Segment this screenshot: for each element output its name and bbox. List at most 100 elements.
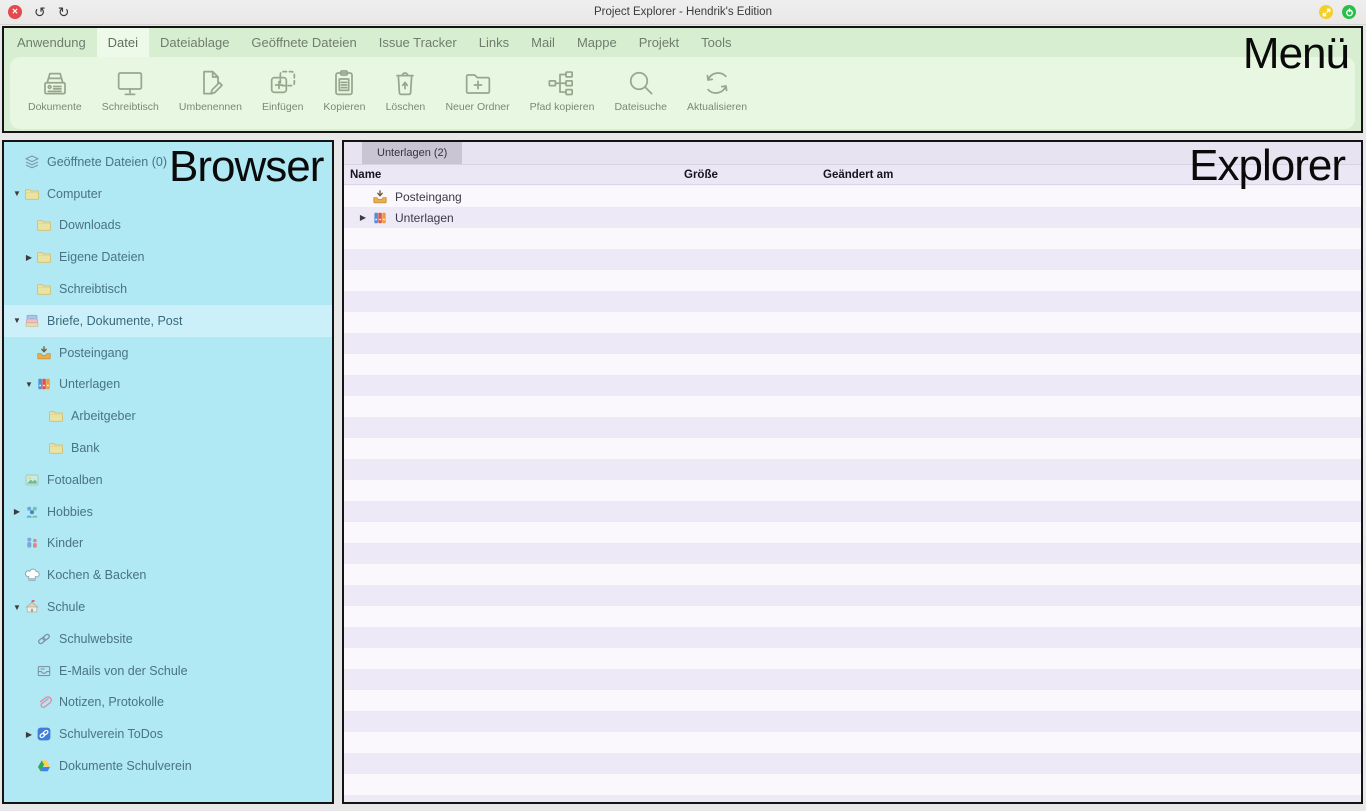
tree-item-label: Unterlagen (59, 377, 120, 391)
tree-item-unterlagen[interactable]: ▼ Unterlagen (4, 369, 332, 401)
explorer-column-headers: Name Größe Geändert am (344, 165, 1361, 185)
toolbar-label: Neuer Ordner (445, 101, 509, 113)
toolbar-button-dokumente[interactable]: Dokumente (22, 65, 88, 115)
title-bar: ✕ ↺ ↻ Project Explorer - Hendrik's Editi… (0, 0, 1366, 25)
tree-item-e-mails-von-der-schule[interactable]: E-Mails von der Schule (4, 655, 332, 687)
tree-item-label: Hobbies (47, 505, 93, 519)
trash-icon (389, 67, 421, 99)
menu-tab-datei[interactable]: Datei (97, 28, 149, 57)
tree-item-downloads[interactable]: Downloads (4, 210, 332, 242)
column-header-geaendert-am[interactable]: Geändert am (823, 165, 893, 185)
tree-item-hobbies[interactable]: ▶ Hobbies (4, 496, 332, 528)
explorer-row-name: Posteingang (395, 190, 462, 204)
kids-icon (24, 535, 41, 551)
chevron-right-icon[interactable]: ▶ (354, 213, 372, 222)
tree-item-dokumente-schulverein[interactable]: Dokumente Schulverein (4, 750, 332, 782)
diagonal-arrows-icon[interactable] (1319, 5, 1333, 19)
toolbar-label: Umbenennen (179, 101, 242, 113)
toolbar-label: Dateisuche (614, 101, 667, 113)
binders-icon (372, 210, 389, 226)
tree-item-schulverein-todos[interactable]: ▶Schulverein ToDos (4, 718, 332, 750)
explorer-tab-bar: Unterlagen (2) (344, 142, 1361, 165)
tree-item-label: Posteingang (59, 346, 129, 360)
tab-unterlagen[interactable]: Unterlagen (2) (362, 142, 462, 164)
browser-region: Geöffnete Dateien (0) ▼Computer Downloads ▶… (2, 140, 334, 804)
tree-item-label: Bank (71, 441, 100, 455)
tree-item-kochen-backen[interactable]: Kochen & Backen (4, 559, 332, 591)
new-folder-icon (462, 67, 494, 99)
chevron-down-icon[interactable]: ▼ (10, 316, 24, 325)
folder-icon (48, 408, 65, 424)
folder-icon (48, 440, 65, 456)
explorer-row-posteingang[interactable]: Posteingang (344, 186, 1361, 207)
chevron-down-icon[interactable]: ▼ (22, 380, 36, 389)
toolbar-button-aktualisieren[interactable]: Aktualisieren (681, 65, 753, 115)
tree-item-label: Downloads (59, 218, 121, 232)
column-header-groesse[interactable]: Größe (684, 165, 718, 185)
tree-item-fotoalben[interactable]: Fotoalben (4, 464, 332, 496)
todo-link-icon (36, 726, 53, 742)
tree-item-label: Dokumente Schulverein (59, 759, 192, 773)
menu-tab-tools[interactable]: Tools (690, 28, 742, 57)
mail-icon (36, 663, 53, 679)
tree-item-geöffnete-dateien-0[interactable]: Geöffnete Dateien (0) (4, 146, 332, 178)
inbox-icon (36, 345, 53, 361)
chevron-down-icon[interactable]: ▼ (10, 603, 24, 612)
tree-item-label: Schulwebsite (59, 632, 133, 646)
toolbar-button-schreibtisch[interactable]: Schreibtisch (96, 65, 165, 115)
toolbar-button-neuer-ordner[interactable]: Neuer Ordner (439, 65, 515, 115)
toolbar-label: Aktualisieren (687, 101, 747, 113)
close-icon[interactable]: ✕ (8, 5, 22, 19)
tree-item-briefe-dokumente-post[interactable]: ▼Briefe, Dokumente, Post (4, 305, 332, 337)
tree-item-schulwebsite[interactable]: Schulwebsite (4, 623, 332, 655)
menu-tab-anwendung[interactable]: Anwendung (6, 28, 97, 57)
link-icon (36, 631, 53, 647)
tree-item-posteingang[interactable]: Posteingang (4, 337, 332, 369)
menu-tab-projekt[interactable]: Projekt (628, 28, 690, 57)
tree-item-label: Geöffnete Dateien (0) (47, 155, 167, 169)
toolbar-button-einfügen[interactable]: Einfügen (256, 65, 309, 115)
toolbar-label: Kopieren (323, 101, 365, 113)
drive-icon (36, 758, 53, 774)
letters-stack-icon (24, 313, 41, 329)
hobbies-icon (24, 504, 41, 520)
tree-item-label: Kochen & Backen (47, 568, 146, 582)
menu-tab-mappe[interactable]: Mappe (566, 28, 628, 57)
tree-item-schule[interactable]: ▼Schule (4, 591, 332, 623)
chevron-right-icon[interactable]: ▶ (22, 253, 36, 262)
toolbar-button-löschen[interactable]: Löschen (379, 65, 431, 115)
tree-item-schreibtisch[interactable]: Schreibtisch (4, 273, 332, 305)
chevron-right-icon[interactable]: ▶ (22, 730, 36, 739)
tree-item-label: Eigene Dateien (59, 250, 144, 264)
browser-tree: Geöffnete Dateien (0) ▼Computer Downloads ▶… (4, 142, 332, 802)
tree-item-label: Notizen, Protokolle (59, 695, 164, 709)
menu-tab-links[interactable]: Links (468, 28, 520, 57)
menu-tab-issue-tracker[interactable]: Issue Tracker (368, 28, 468, 57)
column-header-name[interactable]: Name (350, 165, 381, 185)
tree-item-bank[interactable]: Bank (4, 432, 332, 464)
tree-item-kinder[interactable]: Kinder (4, 528, 332, 560)
menu-tab-geöffnete-dateien[interactable]: Geöffnete Dateien (240, 28, 367, 57)
tree-item-eigene-dateien[interactable]: ▶ Eigene Dateien (4, 241, 332, 273)
monitor-icon (114, 67, 146, 99)
tree-item-notizen-protokolle[interactable]: Notizen, Protokolle (4, 687, 332, 719)
explorer-row-unterlagen[interactable]: ▶ Unterlagen (344, 207, 1361, 228)
folder-icon (36, 249, 53, 265)
copy-path-icon (546, 67, 578, 99)
redo-icon[interactable]: ↻ (58, 5, 70, 19)
chef-hat-icon (24, 567, 41, 583)
tree-item-computer[interactable]: ▼Computer (4, 178, 332, 210)
tree-item-label: E-Mails von der Schule (59, 664, 188, 678)
chevron-down-icon[interactable]: ▼ (10, 189, 24, 198)
toolbar-button-dateisuche[interactable]: Dateisuche (608, 65, 673, 115)
chevron-right-icon[interactable]: ▶ (10, 507, 24, 516)
power-icon[interactable] (1342, 5, 1356, 19)
toolbar-button-kopieren[interactable]: Kopieren (317, 65, 371, 115)
undo-icon[interactable]: ↺ (34, 5, 46, 19)
menu-tab-dateiablage[interactable]: Dateiablage (149, 28, 240, 57)
explorer-row-name: Unterlagen (395, 211, 454, 225)
toolbar-button-umbenennen[interactable]: Umbenennen (173, 65, 248, 115)
toolbar-button-pfad-kopieren[interactable]: Pfad kopieren (524, 65, 601, 115)
menu-tab-mail[interactable]: Mail (520, 28, 566, 57)
tree-item-arbeitgeber[interactable]: Arbeitgeber (4, 400, 332, 432)
